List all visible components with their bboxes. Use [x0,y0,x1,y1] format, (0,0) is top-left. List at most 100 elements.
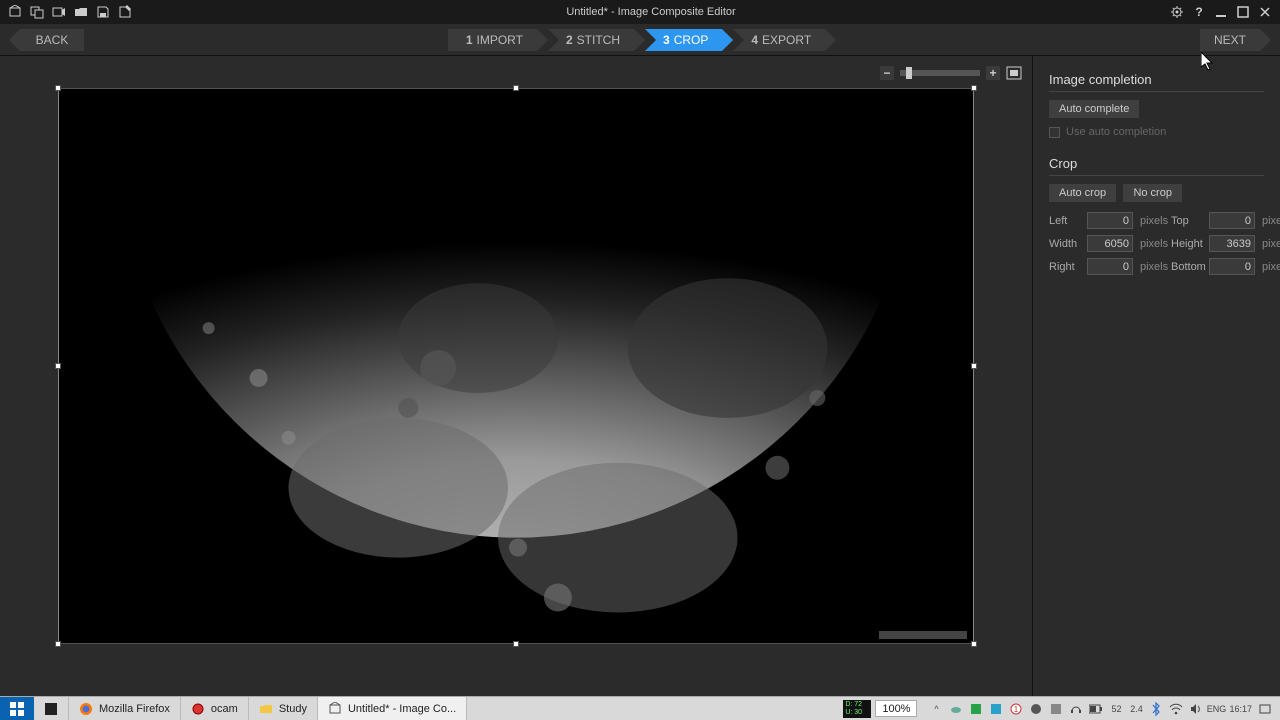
tray-freq[interactable]: 2.4 [1129,702,1143,716]
moon-image [59,89,973,643]
next-button[interactable]: NEXT [1200,29,1260,51]
left-label: Left [1049,215,1087,227]
tray-chevron-icon[interactable]: ^ [929,702,943,716]
checkbox-icon[interactable] [1049,127,1060,138]
right-label: Right [1049,261,1087,273]
help-icon[interactable]: ? [1192,5,1206,19]
crop-handle-tm[interactable] [513,85,519,91]
zoom-fit-button[interactable] [1006,66,1022,80]
top-label: Top [1171,215,1209,227]
zoom-in-button[interactable]: + [986,66,1000,80]
titlebar: Untitled* - Image Composite Editor ? [0,0,1280,24]
crop-handle-mr[interactable] [971,363,977,369]
system-tray: ^ 1 52 2.4 ENG 16:17 [921,702,1280,716]
new-from-video-icon[interactable] [52,5,66,19]
auto-complete-button[interactable]: Auto complete [1049,100,1139,118]
zoom-controls: − + [880,66,1022,80]
step-crop[interactable]: 3CROP [645,29,722,51]
new-from-files-icon[interactable] [30,5,44,19]
right-unit: pixels [1137,261,1171,273]
right-input[interactable] [1087,258,1133,275]
close-icon[interactable] [1258,5,1272,19]
tray-battery-icon[interactable] [1089,702,1103,716]
taskbar-search[interactable] [34,697,69,720]
firefox-icon [79,702,93,716]
taskbar-firefox[interactable]: Mozilla Firefox [69,697,181,720]
new-panorama-icon[interactable] [8,5,22,19]
taskbar-study-label: Study [279,703,307,715]
crop-handle-tr[interactable] [971,85,977,91]
tray-cloud-icon[interactable] [949,702,963,716]
maximize-icon[interactable] [1236,5,1250,19]
width-input[interactable] [1087,235,1133,252]
top-input[interactable] [1209,212,1255,229]
tray-antivirus-icon[interactable] [969,702,983,716]
ice-icon [328,702,342,716]
crop-handle-bm[interactable] [513,641,519,647]
tray-app3-icon[interactable] [1029,702,1043,716]
save-icon[interactable] [96,5,110,19]
taskbar-ice-label: Untitled* - Image Co... [348,703,456,715]
crop-handle-ml[interactable] [55,363,61,369]
use-auto-completion-checkbox: Use auto completion [1049,126,1264,138]
crop-title: Crop [1049,152,1264,176]
height-input[interactable] [1209,235,1255,252]
taskbar-study[interactable]: Study [249,697,318,720]
folder-icon [259,702,273,716]
crop-handle-br[interactable] [971,641,977,647]
save-as-icon[interactable] [118,5,132,19]
network-meter[interactable]: D: 72U: 30 [843,700,871,718]
image-completion-title: Image completion [1049,68,1264,92]
svg-text:?: ? [1195,5,1202,19]
start-button[interactable] [0,697,34,720]
tray-headphones-icon[interactable] [1069,702,1083,716]
step-import[interactable]: 1IMPORT [448,29,537,51]
step-stitch[interactable]: 2STITCH [548,29,634,51]
height-unit: pixels [1259,238,1280,250]
zoom-slider[interactable] [900,70,980,76]
bottom-label: Bottom [1171,261,1209,273]
tray-app1-icon[interactable] [989,702,1003,716]
bottom-input[interactable] [1209,258,1255,275]
tray-wifi-icon[interactable] [1169,702,1183,716]
svg-text:1: 1 [1014,705,1019,714]
canvas-scrollbar[interactable] [879,631,967,639]
settings-icon[interactable] [1170,5,1184,19]
image-canvas[interactable] [58,88,974,644]
side-panel: Image completion Auto complete Use auto … [1032,56,1280,696]
height-label: Height [1171,238,1209,250]
taskbar-ice[interactable]: Untitled* - Image Co... [318,697,467,720]
ocam-icon [191,702,205,716]
taskbar: Mozilla Firefox ocam Study Untitled* - I… [0,696,1280,720]
width-unit: pixels [1137,238,1171,250]
open-icon[interactable] [74,5,88,19]
no-crop-button[interactable]: No crop [1123,184,1182,202]
zoom-indicator[interactable]: 100% [871,697,921,720]
back-button[interactable]: BACK [20,29,84,51]
crop-handle-tl[interactable] [55,85,61,91]
bottom-unit: pixels [1259,261,1280,273]
tray-app2-icon[interactable]: 1 [1009,702,1023,716]
tray-notification-icon[interactable] [1258,702,1272,716]
taskbar-ocam[interactable]: ocam [181,697,249,720]
width-label: Width [1049,238,1087,250]
stepbar: BACK 1IMPORT 2STITCH 3CROP 4EXPORT NEXT [0,24,1280,56]
tray-lang[interactable]: ENG [1209,702,1223,716]
minimize-icon[interactable] [1214,5,1228,19]
tray-app4-icon[interactable] [1049,702,1063,716]
use-auto-completion-label: Use auto completion [1066,126,1166,138]
window-title: Untitled* - Image Composite Editor [132,6,1170,18]
tray-temp[interactable]: 52 [1109,702,1123,716]
tray-volume-icon[interactable] [1189,702,1203,716]
zoom-out-button[interactable]: − [880,66,894,80]
top-unit: pixels [1259,215,1280,227]
tray-bluetooth-icon[interactable] [1149,702,1163,716]
tray-time[interactable]: 16:17 [1229,702,1252,716]
taskbar-ocam-label: ocam [211,703,238,715]
left-input[interactable] [1087,212,1133,229]
step-export[interactable]: 4EXPORT [733,29,825,51]
auto-crop-button[interactable]: Auto crop [1049,184,1116,202]
crop-handle-bl[interactable] [55,641,61,647]
left-unit: pixels [1137,215,1171,227]
canvas-area: − + [0,56,1032,696]
